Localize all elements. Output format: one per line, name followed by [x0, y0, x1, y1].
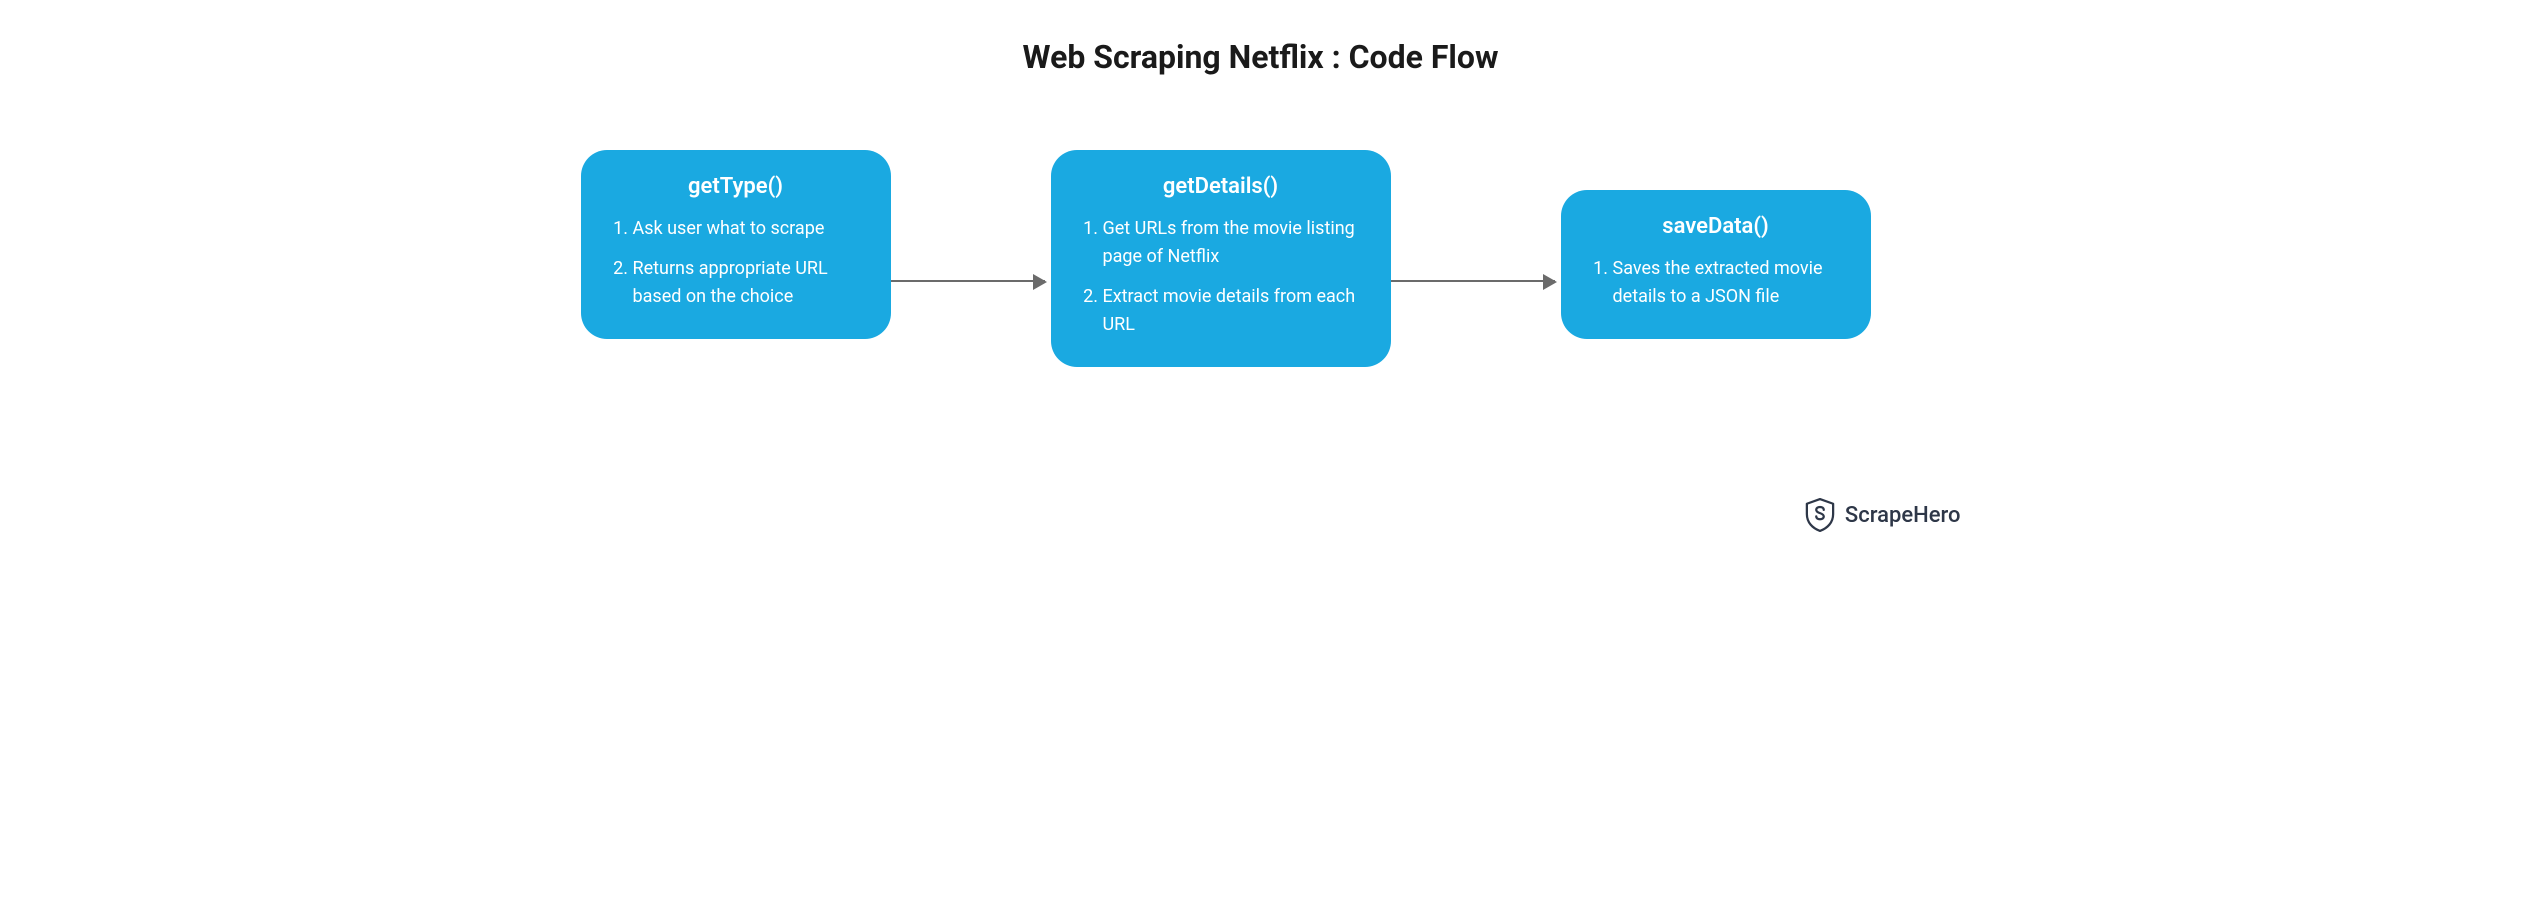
flow-box-title: getType(): [609, 174, 863, 199]
flow-box-title: getDetails(): [1079, 174, 1363, 199]
flow-step: Returns appropriate URL based on the cho…: [633, 255, 863, 311]
flow-box-gettype: getType() Ask user what to scrape Return…: [581, 150, 891, 339]
diagram-title: Web Scraping Netflix : Code Flow: [491, 38, 2031, 76]
brand-name: ScrapeHero: [1845, 503, 1961, 528]
flow-box-getdetails: getDetails() Get URLs from the movie lis…: [1051, 150, 1391, 367]
flow-box-list: Ask user what to scrape Returns appropri…: [609, 215, 863, 311]
flow-box-list: Saves the extracted movie details to a J…: [1589, 255, 1843, 311]
flow-step: Saves the extracted movie details to a J…: [1613, 255, 1843, 311]
flow-box-list: Get URLs from the movie listing page of …: [1079, 215, 1363, 339]
flow-step: Ask user what to scrape: [633, 215, 863, 243]
flow-arrow-icon: [1391, 280, 1555, 282]
flow-arrow-icon: [891, 280, 1045, 282]
flow-box-savedata: saveData() Saves the extracted movie det…: [1561, 190, 1871, 339]
shield-icon: [1805, 498, 1835, 532]
flow-step: Extract movie details from each URL: [1103, 283, 1363, 339]
diagram-canvas: Web Scraping Netflix : Code Flow getType…: [491, 0, 2031, 560]
flow-box-title: saveData(): [1589, 214, 1843, 239]
flow-step: Get URLs from the movie listing page of …: [1103, 215, 1363, 271]
brand-logo: ScrapeHero: [1805, 498, 1961, 532]
